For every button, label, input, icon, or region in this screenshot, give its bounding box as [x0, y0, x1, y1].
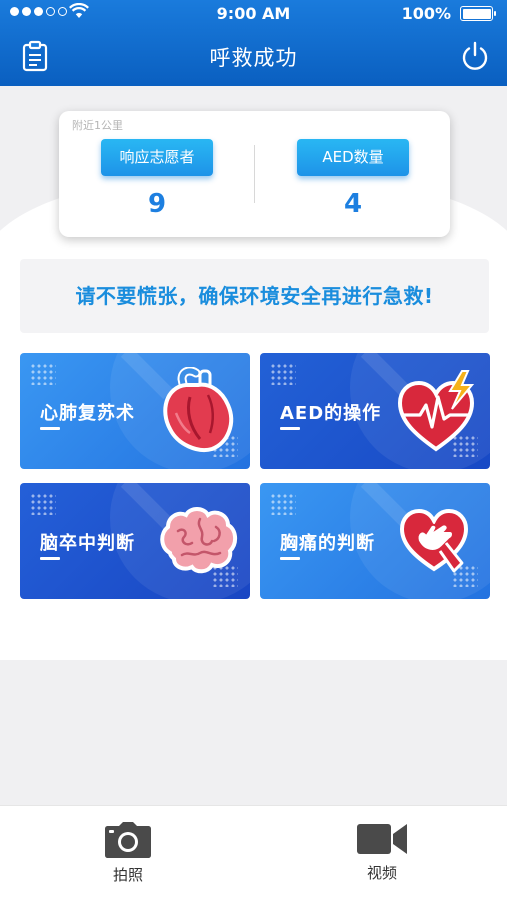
card-underline	[280, 427, 300, 430]
chest-pain-hand-icon	[399, 508, 469, 573]
card-underline	[40, 427, 60, 430]
status-bar: 9:00 AM 100%	[0, 0, 507, 26]
aed-operation-card[interactable]: AED的操作	[260, 353, 490, 469]
stats-card: 附近1公里 响应志愿者 9 AED数量 4	[59, 111, 450, 237]
video-icon	[357, 824, 407, 854]
safety-notice: 请不要慌张，确保环境安全再进行急救!	[20, 259, 489, 333]
heart-organ-icon	[163, 367, 234, 452]
card-label: 心肺复苏术	[40, 403, 135, 424]
tab-photo[interactable]: 拍照	[88, 822, 168, 885]
aed-label: AED数量	[297, 139, 409, 176]
card-label: 脑卒中判断	[40, 533, 135, 554]
dot-pattern	[30, 363, 56, 385]
tab-video[interactable]: 视频	[342, 822, 422, 883]
tab-label: 视频	[366, 864, 397, 882]
camera-icon	[105, 822, 151, 858]
brain-icon	[160, 507, 237, 574]
distance-scope: 附近1公里	[72, 119, 123, 132]
dot-pattern	[30, 493, 56, 515]
navbar: 呼救成功	[0, 26, 507, 86]
header: 9:00 AM 100% 呼救成功	[0, 0, 507, 86]
aed-heart-icon	[397, 370, 475, 452]
divider	[254, 145, 255, 203]
volunteers-label: 响应志愿者	[101, 139, 213, 176]
dot-pattern	[270, 493, 296, 515]
battery-icon	[460, 6, 496, 21]
tab-label: 拍照	[112, 866, 143, 884]
bottom-tab-bar: 拍照 视频	[0, 805, 507, 900]
power-icon[interactable]	[459, 40, 491, 72]
stroke-card[interactable]: 脑卒中判断	[20, 483, 250, 599]
battery-percentage: 100%	[401, 4, 451, 23]
page-title: 呼救成功	[209, 46, 298, 70]
card-underline	[40, 557, 60, 560]
aed-count: 4	[343, 189, 363, 219]
card-label: AED的操作	[280, 403, 382, 424]
volunteers-count: 9	[147, 189, 167, 219]
card-label: 胸痛的判断	[280, 533, 375, 554]
card-underline	[280, 557, 300, 560]
dot-pattern	[270, 363, 296, 385]
chest-pain-card[interactable]: 胸痛的判断	[260, 483, 490, 599]
cpr-card[interactable]: 心肺复苏术	[20, 353, 250, 469]
